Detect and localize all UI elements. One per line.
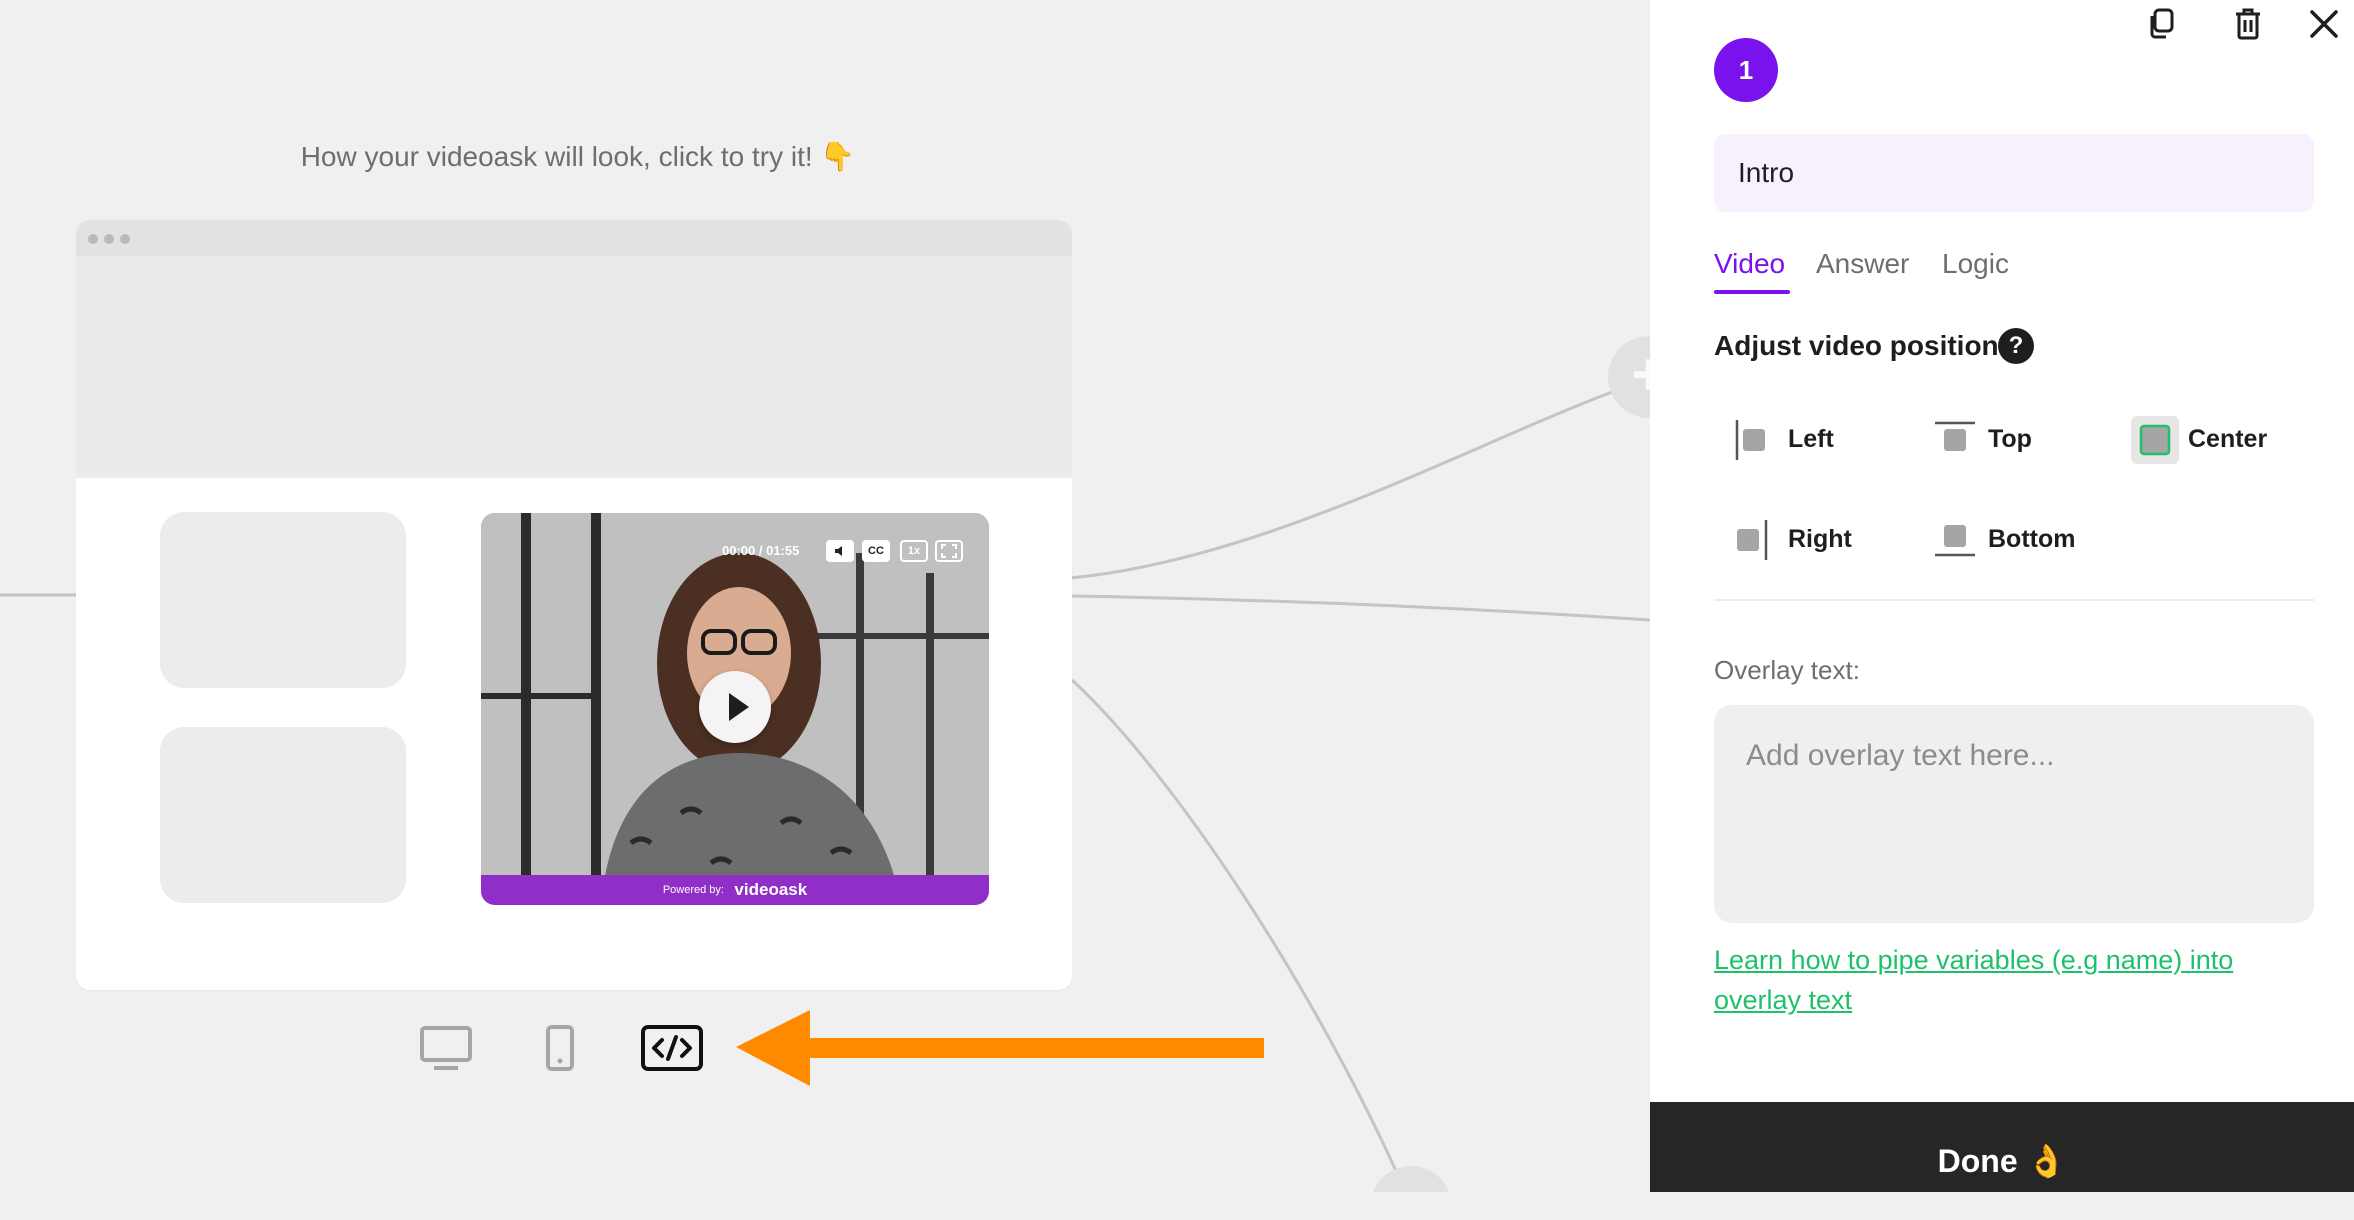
done-button[interactable]: Done 👌 [1650,1102,2354,1192]
captions-button[interactable]: CC [862,540,890,562]
divider [1714,599,2314,601]
tab-logic[interactable]: Logic [1942,248,2009,280]
tab-answer[interactable]: Answer [1816,248,1909,280]
pipe-variables-help-link[interactable]: Learn how to pipe variables (e.g name) i… [1714,940,2314,1020]
powered-by-bar: Powered by: videoask [481,875,989,905]
step-number-badge: 1 [1714,38,1778,102]
placeholder-card [160,512,406,688]
website-preview[interactable]: 00:00 / 01:55 CC 1x Powered by: videoask [76,220,1072,990]
videoask-logo: videoask [734,880,808,899]
preview-titlebar [76,220,1072,256]
fullscreen-button[interactable] [935,540,963,562]
align-center-icon [2131,416,2179,464]
step-name-field[interactable]: Intro [1714,134,2314,212]
overlay-text-label: Overlay text: [1714,655,1860,685]
mute-button[interactable] [826,540,854,562]
preview-hint: How your videoask will look, click to tr… [300,141,856,172]
speaker-icon [835,546,842,556]
position-left-option[interactable]: Left [1730,415,1890,465]
video-player[interactable]: 00:00 / 01:55 CC 1x Powered by: videoask [481,513,989,905]
active-tab-indicator [1714,290,1790,294]
embed-code-icon[interactable] [640,1024,704,1072]
play-icon [729,693,749,721]
desktop-icon[interactable] [418,1024,474,1072]
flow-canvas[interactable]: + How your videoask will look, click to … [0,0,1650,1192]
mobile-icon[interactable] [544,1024,576,1072]
position-top-label: Top [1988,425,2032,453]
align-top-icon [1935,421,1975,451]
position-center-option[interactable]: Center [2130,415,2310,465]
step-settings-panel: 1 Intro Video Answer Logic Adjust video … [1650,0,2354,1192]
window-dot [120,234,130,244]
window-dot [88,234,98,244]
position-bottom-label: Bottom [1988,525,2076,553]
window-dot [104,234,114,244]
connection-line-middle [1071,594,1650,622]
powered-by-label: Powered by: [662,884,724,896]
position-left-label: Left [1788,425,1834,453]
preview-hero [76,256,1072,478]
connection-line-top [1069,390,1613,580]
adjust-position-title: Adjust video position [1714,330,1999,361]
align-left-icon [1735,420,1765,460]
overlay-text-input[interactable] [1714,705,2314,923]
position-right-option[interactable]: Right [1730,515,1890,565]
duplicate-icon[interactable] [2144,6,2180,42]
close-icon[interactable] [2306,6,2342,42]
fullscreen-icon [941,544,957,558]
align-right-icon [1737,520,1768,560]
help-icon[interactable]: ? [1998,328,2034,364]
play-button[interactable] [699,671,771,743]
speed-button[interactable]: 1x [900,540,928,562]
placeholder-card [160,727,406,903]
connection-line-bottom [1070,678,1402,1181]
position-center-label: Center [2188,425,2268,453]
video-time: 00:00 / 01:55 [722,543,800,558]
position-top-option[interactable]: Top [1930,415,2090,465]
position-bottom-option[interactable]: Bottom [1930,515,2130,565]
tab-video[interactable]: Video [1714,248,1785,280]
position-right-label: Right [1788,525,1852,553]
arrow-icon [736,1010,1264,1086]
align-bottom-icon [1935,525,1975,557]
trash-icon[interactable] [2230,6,2266,42]
